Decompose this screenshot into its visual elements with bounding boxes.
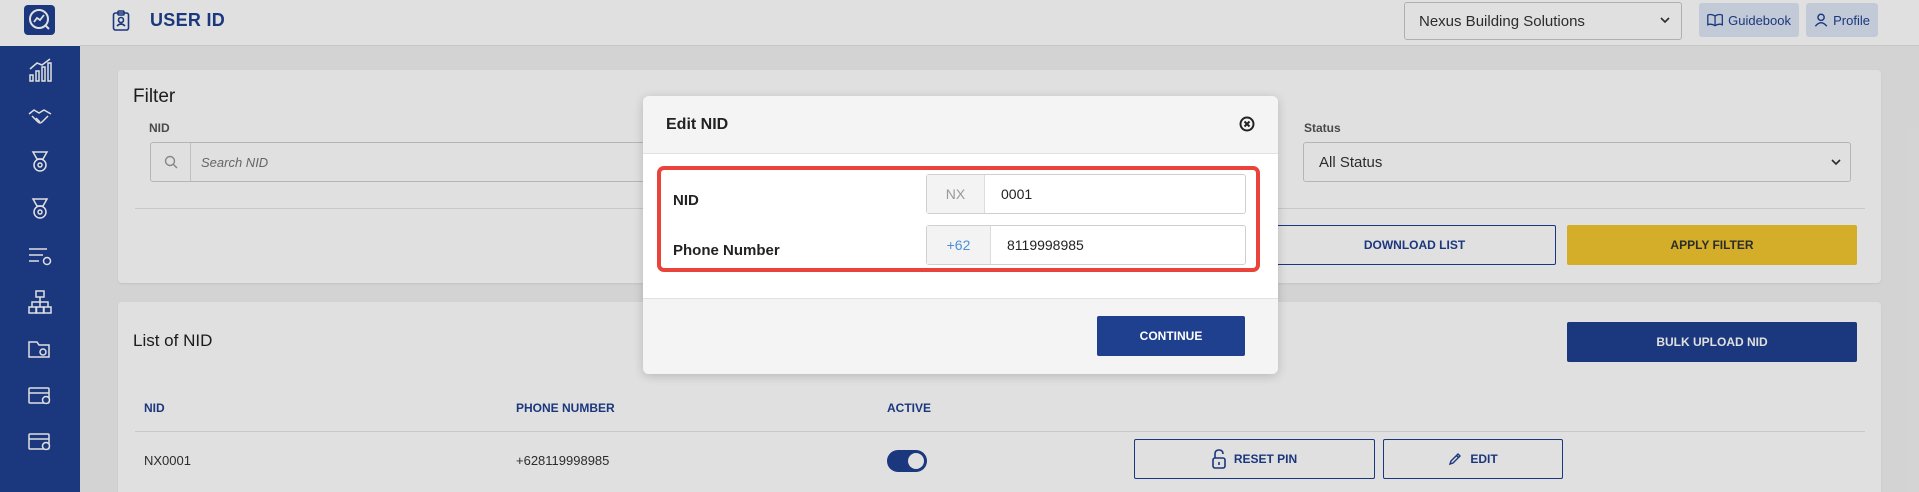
nid-value: 0001 xyxy=(1001,186,1033,202)
continue-label: CONTINUE xyxy=(1139,329,1203,343)
nid-prefix: NX xyxy=(927,175,985,213)
modal-nid-label: NID xyxy=(673,192,699,209)
modal-header: Edit NID xyxy=(643,96,1278,154)
modal-nid-input[interactable]: NX 0001 xyxy=(926,174,1246,214)
phone-prefix: +62 xyxy=(927,226,991,264)
modal-body: NID NX 0001 Phone Number +62 8119998985 xyxy=(643,154,1278,298)
modal-phone-input[interactable]: +62 8119998985 xyxy=(926,225,1246,265)
modal-close-button[interactable] xyxy=(1238,115,1256,133)
continue-button[interactable]: CONTINUE xyxy=(1097,316,1245,356)
phone-value: 8119998985 xyxy=(1007,237,1084,253)
close-circle-icon xyxy=(1239,116,1255,132)
page: USER ID Nexus Building Solutions Guidebo… xyxy=(0,0,1919,492)
modal-phone-label: Phone Number xyxy=(673,242,780,259)
edit-nid-modal: Edit NID NID NX 0001 Phone Number +62 81… xyxy=(643,96,1278,374)
modal-title: Edit NID xyxy=(666,116,729,133)
modal-footer: CONTINUE xyxy=(643,298,1278,374)
